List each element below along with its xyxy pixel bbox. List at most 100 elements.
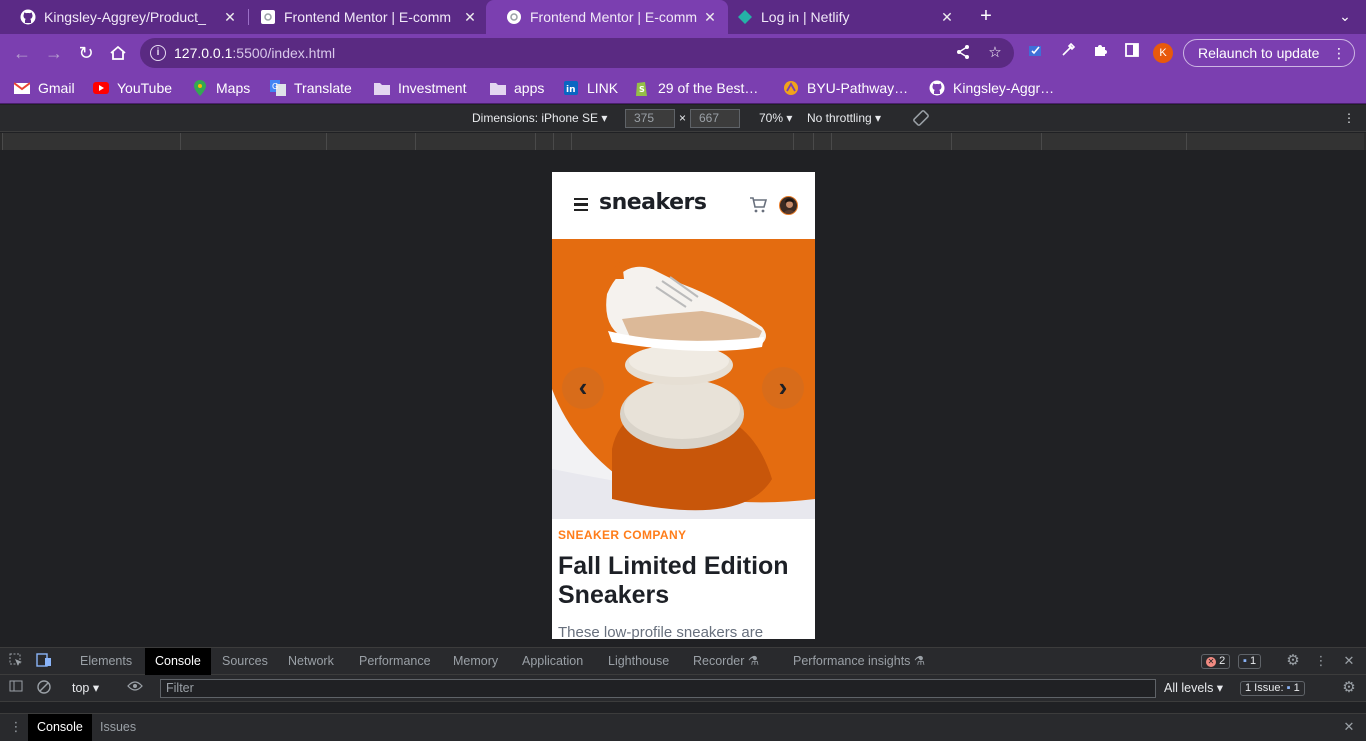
next-image-button[interactable]: › (762, 367, 804, 409)
close-icon[interactable]: ✕ (702, 9, 718, 25)
error-icon: ✕ (1206, 657, 1216, 667)
bookmark-folder-apps[interactable]: apps (490, 78, 544, 98)
media-query-segment[interactable] (415, 133, 535, 150)
media-query-segment[interactable] (535, 133, 553, 150)
device-toggle-icon[interactable] (36, 653, 52, 669)
devtools-tab-elements[interactable]: Elements (70, 648, 142, 675)
browser-tab[interactable]: Frontend Mentor | E-comm ✕ (240, 0, 488, 34)
close-icon[interactable]: ✕ (1341, 653, 1357, 669)
extension-icon[interactable] (1024, 42, 1046, 64)
devtools-tab-console[interactable]: Console (145, 648, 211, 675)
console-output[interactable] (0, 702, 1366, 714)
url-text[interactable]: 127.0.0.1:5500/index.html (174, 45, 335, 61)
drawer-tab-console[interactable]: Console (28, 714, 92, 741)
browser-tab[interactable]: Log in | Netlify ✕ (717, 0, 965, 34)
devtools-tab-recorder[interactable]: Recorder ⚗ (683, 648, 769, 675)
eye-icon[interactable] (127, 680, 143, 696)
bookmark-translate[interactable]: G Translate (270, 78, 352, 98)
menu-icon[interactable] (574, 198, 588, 212)
clear-console-icon[interactable] (36, 680, 52, 696)
sidebar-toggle-icon[interactable] (8, 680, 24, 696)
devtools-tab-performance-insights[interactable]: Performance insights ⚗ (783, 648, 935, 675)
cart-icon[interactable] (749, 196, 768, 214)
user-avatar[interactable] (779, 196, 798, 215)
new-tab-button[interactable]: + (976, 6, 996, 27)
devtools-tab-sources[interactable]: Sources (212, 648, 278, 675)
inspect-element-icon[interactable] (8, 653, 24, 669)
log-levels-select[interactable]: All levels ▾ (1154, 675, 1233, 702)
more-icon[interactable]: ⋮ (8, 719, 24, 735)
bookmark-shopify[interactable]: S 29 of the Best… (634, 78, 758, 98)
more-icon[interactable]: ⋮ (1343, 111, 1355, 125)
star-icon[interactable]: ☆ (986, 44, 1004, 62)
rotate-icon[interactable] (912, 109, 930, 130)
previous-image-button[interactable]: ‹ (562, 367, 604, 409)
devtools-tab-application[interactable]: Application (512, 648, 593, 675)
relaunch-button[interactable]: Relaunch to update ⋮ (1183, 39, 1355, 67)
puzzle-icon[interactable] (1089, 42, 1111, 64)
media-query-segment[interactable] (1041, 133, 1186, 150)
chevron-down-icon[interactable]: ⌄ (1336, 8, 1354, 26)
message-icon: ▪ (1243, 655, 1247, 667)
side-panel-icon[interactable] (1121, 42, 1143, 64)
bookmark-maps[interactable]: Maps (192, 78, 250, 98)
media-query-segment[interactable] (813, 133, 831, 150)
profile-avatar[interactable]: K (1153, 43, 1173, 63)
media-query-bar[interactable] (0, 133, 1366, 150)
settings-icon[interactable]: ⚙ (1341, 680, 1357, 696)
media-query-segment[interactable] (571, 133, 793, 150)
bookmark-folder-investment[interactable]: Investment (374, 78, 466, 98)
close-icon[interactable]: ✕ (222, 9, 238, 25)
throttling-select[interactable]: No throttling ▾ (807, 111, 881, 125)
close-icon[interactable]: ✕ (1341, 719, 1357, 735)
forward-icon[interactable]: → (43, 42, 65, 64)
gmail-icon (14, 80, 30, 96)
width-input[interactable]: 375 (625, 109, 675, 128)
media-query-segment[interactable] (2, 133, 180, 150)
site-logo[interactable]: sneakers (599, 190, 707, 215)
info-icon[interactable]: i (150, 45, 166, 61)
bookmark-gmail[interactable]: Gmail (14, 78, 75, 98)
media-query-segment[interactable] (553, 133, 571, 150)
address-bar[interactable]: i 127.0.0.1:5500/index.html ☆ (140, 38, 1014, 68)
bookmark-link[interactable]: in LINK (563, 78, 618, 98)
height-input[interactable]: 667 (690, 109, 740, 128)
devtools-tab-network[interactable]: Network (278, 648, 344, 675)
error-count-badge[interactable]: ✕ 2 (1201, 654, 1231, 669)
tab-title: Kingsley-Aggrey/Product_ (44, 9, 206, 25)
devtools-tab-lighthouse[interactable]: Lighthouse (598, 648, 679, 675)
media-query-segment[interactable] (1186, 133, 1364, 150)
message-count-badge[interactable]: ▪ 1 (1238, 654, 1262, 669)
media-query-segment[interactable] (793, 133, 813, 150)
more-icon[interactable]: ⋮ (1313, 653, 1329, 669)
device-toolbar: Dimensions: iPhone SE ▾ 375 × 667 70% ▾ … (0, 105, 1366, 132)
home-icon[interactable] (107, 42, 129, 64)
bookmark-youtube[interactable]: YouTube (93, 78, 172, 98)
media-query-segment[interactable] (951, 133, 1041, 150)
browser-tab[interactable]: Kingsley-Aggrey/Product_ ✕ (0, 0, 248, 34)
close-icon[interactable]: ✕ (939, 9, 955, 25)
issues-badge[interactable]: 1 Issue: ▪ 1 (1240, 681, 1305, 696)
settings-icon[interactable]: ⚙ (1285, 653, 1301, 669)
flask-icon: ⚗ (913, 654, 926, 668)
back-icon[interactable]: ← (11, 42, 33, 64)
media-query-segment[interactable] (326, 133, 415, 150)
bookmark-github[interactable]: Kingsley-Aggr… (929, 78, 1054, 98)
media-query-segment[interactable] (180, 133, 326, 150)
devtools-tab-memory[interactable]: Memory (443, 648, 508, 675)
drawer-tab-issues[interactable]: Issues (91, 714, 145, 741)
context-select[interactable]: top ▾ (62, 675, 109, 702)
close-icon[interactable]: ✕ (462, 9, 478, 25)
share-icon[interactable] (954, 44, 972, 62)
zoom-select[interactable]: 70% ▾ (759, 111, 792, 125)
reload-icon[interactable]: ↻ (75, 42, 97, 64)
bookmark-byu-pathway[interactable]: BYU-Pathway… (783, 78, 908, 98)
devtools-tabbar: Elements Console Sources Network Perform… (0, 647, 1366, 675)
dimensions-select[interactable]: Dimensions: iPhone SE ▾ (472, 111, 607, 125)
eyedropper-icon[interactable] (1057, 42, 1079, 64)
devtools-tab-performance[interactable]: Performance (349, 648, 441, 675)
browser-tab-active[interactable]: Frontend Mentor | E-comm ✕ (486, 0, 728, 34)
devtools-drawer: ⋮ Console Issues ✕ (0, 714, 1366, 741)
media-query-segment[interactable] (831, 133, 951, 150)
console-filter-input[interactable]: Filter (160, 679, 1156, 698)
